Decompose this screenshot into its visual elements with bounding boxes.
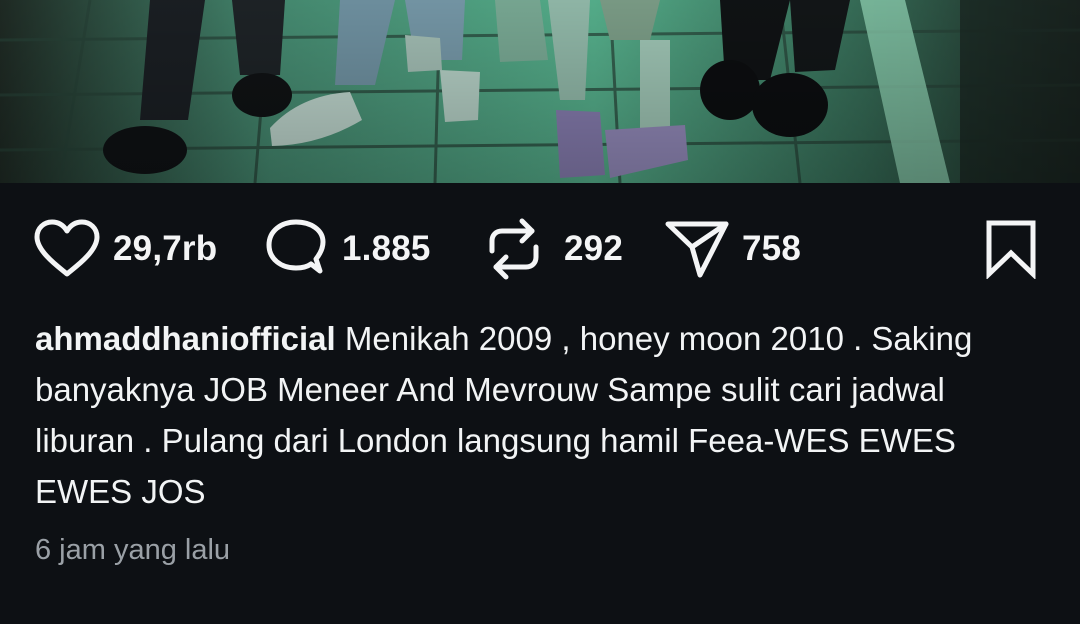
comment-count: 1.885 [342,229,431,268]
save-button[interactable] [984,213,1038,285]
repost-arrows-icon [489,218,539,280]
caption-username[interactable]: ahmaddhaniofficial [35,320,336,357]
bookmark-outline-icon [986,220,1036,279]
like-button[interactable]: 29,7rb [33,213,217,285]
instagram-post: 29,7rb 1.885 292 758 ahmaddhaniofficial … [0,0,1080,624]
share-button[interactable]: 758 [664,213,801,285]
post-caption: ahmaddhaniofficial Menikah 2009 , honey … [35,313,1045,517]
heart-outline-icon [34,219,100,277]
repost-button[interactable]: 292 [484,213,623,285]
post-action-bar: 29,7rb 1.885 292 758 [0,213,1080,285]
like-count: 29,7rb [113,229,218,268]
paper-plane-icon [665,221,729,278]
street-photo-illustration [0,0,1080,183]
share-count: 758 [742,229,801,268]
speech-bubble-icon [266,219,326,274]
post-photo[interactable] [0,0,1080,183]
post-timestamp: 6 jam yang lalu [35,534,231,566]
repost-count: 292 [564,229,623,268]
comment-button[interactable]: 1.885 [264,213,431,285]
